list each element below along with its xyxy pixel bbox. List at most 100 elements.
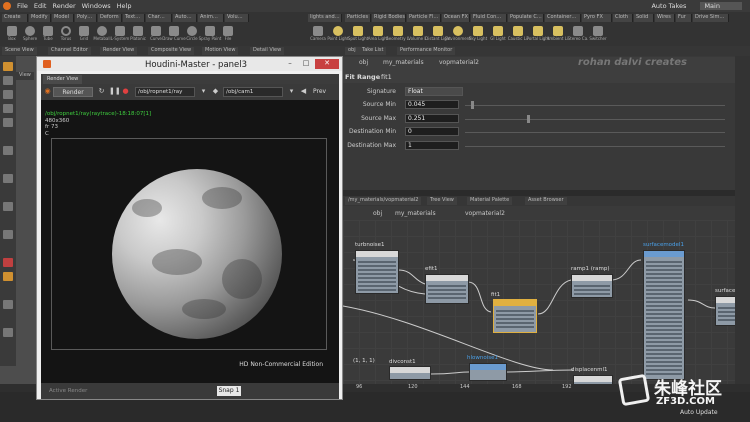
switcher-tool[interactable]: Switcher xyxy=(589,26,607,42)
source-min-knob[interactable] xyxy=(471,101,474,109)
tab-channel-editor[interactable]: Channel Editor xyxy=(48,47,91,55)
path-my-materials[interactable]: my_materials xyxy=(383,59,424,66)
record-icon[interactable] xyxy=(3,258,13,267)
point-light-tool[interactable]: Point Light xyxy=(327,26,349,42)
source-max-field[interactable]: 0.251 xyxy=(405,114,459,123)
camera-select-icon[interactable]: ◆ xyxy=(211,87,220,96)
shelf-tab-solid[interactable]: Solid xyxy=(634,14,654,22)
tab-asset-browser[interactable]: Asset Browser xyxy=(525,197,567,205)
path-obj[interactable]: obj xyxy=(359,59,368,66)
metaball-tool[interactable]: Metaball xyxy=(93,26,111,42)
turbnoise-node[interactable] xyxy=(355,250,399,294)
render-canvas[interactable]: /obj/ropnet1/ray(raytrace)-18:18:07[1] 4… xyxy=(41,100,339,383)
rop-dropdown-icon[interactable]: ▾ xyxy=(199,87,208,96)
tube-tool[interactable]: Tube xyxy=(40,26,56,42)
viewport-tab[interactable]: View xyxy=(16,72,34,80)
menu-file[interactable]: File xyxy=(17,2,28,10)
tab-render-view[interactable]: Render View xyxy=(100,47,138,55)
prev-label[interactable]: Prev xyxy=(313,88,326,95)
box-tool[interactable]: Box xyxy=(4,26,20,42)
torus-tool[interactable]: Torus xyxy=(58,26,74,42)
tab-material-palette[interactable]: Material Palette xyxy=(467,197,513,205)
shelf-tab-volu[interactable]: Volu… xyxy=(225,14,249,22)
caustic-light-tool[interactable]: Caustic Li. xyxy=(508,26,528,42)
shelf-tab-container[interactable]: Container… xyxy=(545,14,581,22)
right-scrollbar[interactable] xyxy=(735,56,750,384)
pose-icon[interactable] xyxy=(3,146,13,155)
shelf-tab-create[interactable]: Create xyxy=(2,14,28,22)
snap-field[interactable]: Snap 1 xyxy=(217,386,241,396)
tab-detail-view[interactable]: Detail View xyxy=(250,47,285,55)
lsystem-tool[interactable]: L-System xyxy=(111,26,129,42)
platonic-tool[interactable]: Platonic xyxy=(130,26,146,42)
ambient-light-tool[interactable]: Ambient Li. xyxy=(547,26,569,42)
select-icon[interactable] xyxy=(3,62,13,71)
shelf-tab-drive[interactable]: Drive Sim… xyxy=(693,14,729,22)
circle-tool[interactable]: Circle xyxy=(184,26,200,42)
shelf-tab-wires[interactable]: Wires xyxy=(655,14,675,22)
spot-light-tool[interactable]: Spot Light xyxy=(348,26,368,42)
snap-icon[interactable] xyxy=(3,202,13,211)
source-min-field[interactable]: 0.045 xyxy=(405,100,459,109)
tab-scene-view[interactable]: Scene View xyxy=(2,47,37,55)
move-icon[interactable] xyxy=(3,76,13,85)
source-max-knob[interactable] xyxy=(527,115,530,123)
camera-view-icon[interactable] xyxy=(3,328,13,337)
destination-min-field[interactable]: 0 xyxy=(405,127,459,136)
scale-icon[interactable] xyxy=(3,104,13,113)
fit-node[interactable] xyxy=(493,299,537,333)
source-min-slider[interactable] xyxy=(465,101,725,109)
menu-edit[interactable]: Edit xyxy=(34,2,47,10)
environment-light-tool[interactable]: Environment xyxy=(445,26,471,42)
refresh-icon[interactable]: ↻ xyxy=(97,87,106,96)
shelf-tab-model[interactable]: Model xyxy=(52,14,74,22)
grid-tool[interactable]: Grid xyxy=(76,26,92,42)
geometry-light-tool[interactable]: Geometry L. xyxy=(386,26,410,42)
shelf-tab-lights[interactable]: lights and… xyxy=(308,14,342,22)
tab-obj[interactable]: obj xyxy=(345,47,359,55)
camera-tool[interactable]: Camera xyxy=(310,26,326,42)
menu-help[interactable]: Help xyxy=(117,2,132,10)
camera-dropdown-icon[interactable]: ▾ xyxy=(287,87,296,96)
prev-arrow-icon[interactable]: ◀ xyxy=(299,87,308,96)
destination-min-slider[interactable] xyxy=(465,132,725,133)
tab-composite-view[interactable]: Composite View xyxy=(148,47,195,55)
tab-render-view-active[interactable]: Render View xyxy=(43,75,83,84)
area-light-tool[interactable]: Area Light xyxy=(368,26,388,42)
pause-icon[interactable]: ❚❚ xyxy=(109,87,121,96)
node-name-field[interactable]: fit1 xyxy=(381,73,392,81)
render-settings-icon[interactable]: ◉ xyxy=(43,87,52,96)
lock-icon[interactable] xyxy=(3,272,13,281)
efit-node[interactable] xyxy=(425,274,469,304)
menu-windows[interactable]: Windows xyxy=(82,2,111,10)
net-path-obj[interactable]: obj xyxy=(373,210,382,217)
divconst-node[interactable] xyxy=(389,366,431,380)
handle-icon[interactable] xyxy=(3,118,13,127)
volume-light-tool[interactable]: Volume L. xyxy=(408,26,428,42)
camera-path-field[interactable]: /obj/cam1 xyxy=(223,87,283,97)
display-icon[interactable] xyxy=(3,300,13,309)
path-vopmaterial[interactable]: vopmaterial2 xyxy=(439,59,479,66)
tab-take-list[interactable]: Take List xyxy=(359,47,387,55)
sky-light-tool[interactable]: Sky Light xyxy=(469,26,487,42)
tab-network-view[interactable]: /my_materials/vopmaterial2 xyxy=(345,197,422,205)
source-max-slider[interactable] xyxy=(465,115,725,123)
destination-max-slider[interactable] xyxy=(465,146,725,147)
window-title-bar[interactable]: Houdini-Master - panel3 – □ ✕ xyxy=(37,57,342,71)
shelf-tab-particle-fluids[interactable]: Particle Fl… xyxy=(407,14,441,22)
desktop-selector[interactable]: Main xyxy=(700,2,742,10)
shelf-tab-modify[interactable]: Modify xyxy=(29,14,51,22)
close-button[interactable]: ✕ xyxy=(315,59,339,69)
rotate-icon[interactable] xyxy=(3,90,13,99)
shelf-tab-particles[interactable]: Particles xyxy=(345,14,371,22)
sphere-tool[interactable]: Sphere xyxy=(22,26,38,42)
surfacemodel-node[interactable] xyxy=(643,250,685,380)
shelf-tab-fluid-con[interactable]: Fluid Con… xyxy=(471,14,507,22)
maximize-button[interactable]: □ xyxy=(299,59,313,69)
net-path-my-materials[interactable]: my_materials xyxy=(395,210,436,217)
shelf-tab-fur[interactable]: Fur xyxy=(676,14,692,22)
tab-motion-view[interactable]: Motion View xyxy=(202,47,239,55)
menu-render[interactable]: Render xyxy=(52,2,75,10)
shelf-tab-anim[interactable]: Anim… xyxy=(198,14,224,22)
portal-light-tool[interactable]: Portal Light xyxy=(527,26,549,42)
